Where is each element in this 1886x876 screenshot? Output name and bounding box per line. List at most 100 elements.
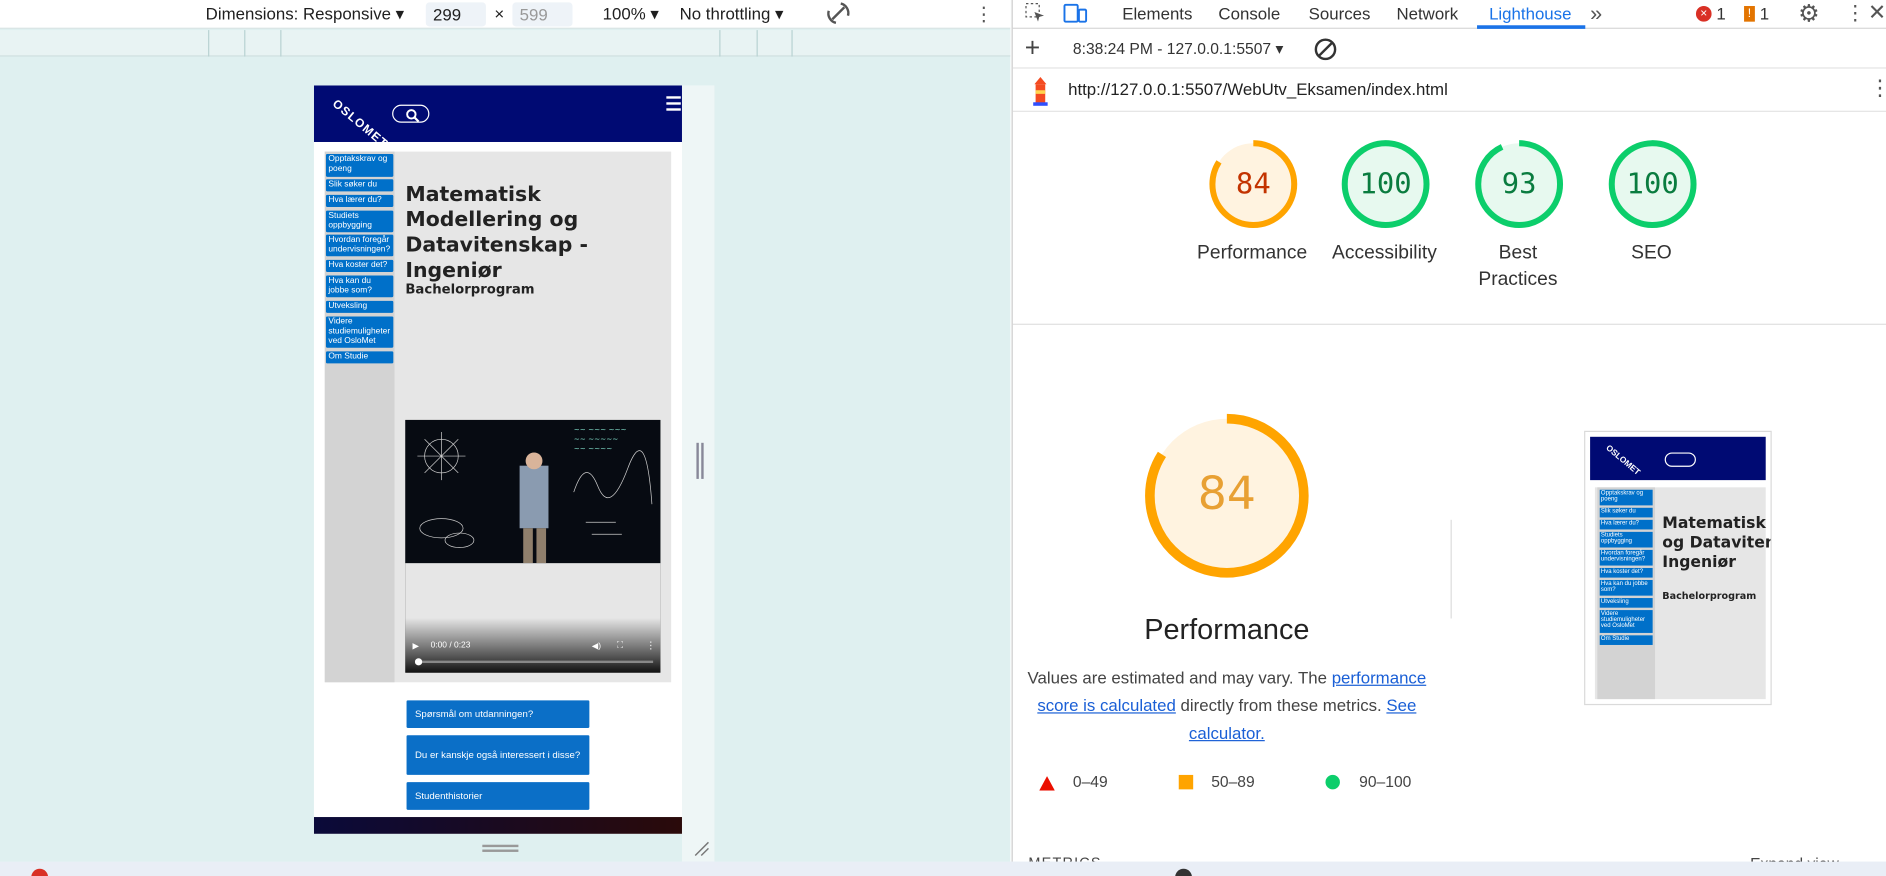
tab-network[interactable]: Network xyxy=(1396,4,1458,23)
devtools-panel: Elements Console Sources Network Lightho… xyxy=(1011,0,1886,876)
nav-item-utveksling[interactable]: Utveksling xyxy=(325,300,394,313)
rotate-icon[interactable] xyxy=(825,0,851,30)
nav-item-undervisning[interactable]: Hvordan foregår undervisningen? xyxy=(325,234,394,257)
report-url[interactable]: http://127.0.0.1:5507/WebUtv_Eksamen/ind… xyxy=(1068,79,1448,98)
more-tabs-icon[interactable]: » xyxy=(1590,1,1602,26)
ruler-tick xyxy=(280,30,282,57)
new-report-icon[interactable]: + xyxy=(1025,32,1040,63)
nav-item-slik-soker[interactable]: Slik søker du xyxy=(325,179,394,192)
close-devtools-icon[interactable]: ✕ xyxy=(1868,0,1886,25)
device-pane: Dimensions: Responsive ▾ 299 × 599 100% … xyxy=(0,0,1011,876)
thumb-nav-item: Opptakskrav og poeng xyxy=(1599,489,1653,506)
ruler-tick xyxy=(208,30,210,57)
corner-resize-handle[interactable] xyxy=(693,840,710,863)
thumb-nav-item: Hva lærer du? xyxy=(1599,519,1653,530)
note-text: Values are estimated and may vary. The xyxy=(1027,667,1328,688)
best-practices-score: 93 xyxy=(1501,167,1537,201)
throttling-dropdown[interactable]: No throttling ▾ xyxy=(680,4,784,24)
nav-item-opptakskrav[interactable]: Opptakskrav og poeng xyxy=(325,154,394,177)
emulated-viewport[interactable]: OSLOMET Opptakskrav og poeng Slik søker … xyxy=(313,85,682,834)
performance-label: Performance xyxy=(1197,243,1308,264)
nav-item-videre[interactable]: Videre studiemuligheter ved OsloMet xyxy=(325,316,394,348)
warning-count[interactable]: 1 xyxy=(1760,4,1769,23)
site-header: OSLOMET xyxy=(313,85,682,151)
thumb-nav-item: Utveksling xyxy=(1599,598,1653,608)
report-selector[interactable]: 8:38:24 PM - 127.0.0.1:5507 ▾ xyxy=(1073,40,1283,59)
thumb-subtitle: Bachelorprogram xyxy=(1662,590,1757,602)
dropdown-arrow-icon: ▾ xyxy=(395,3,405,23)
thumb-nav-item: Hvordan foregår undervisningen? xyxy=(1599,549,1653,566)
performance-score-link[interactable]: performance xyxy=(1332,668,1427,687)
dimensions-dropdown[interactable]: Dimensions: Responsive ▾ xyxy=(206,4,404,24)
volume-icon[interactable]: ◀) xyxy=(592,641,601,651)
svg-text:~~ ~~~~~: ~~ ~~~~~ xyxy=(574,435,619,444)
ruler-tick xyxy=(756,30,758,57)
taskbar-app-icon[interactable] xyxy=(1175,868,1192,876)
height-input[interactable]: 599 xyxy=(512,2,573,27)
thumb-search-icon xyxy=(1664,452,1696,467)
more-options-icon[interactable]: ⋮ xyxy=(974,2,993,26)
thumb-header: OSLOMET xyxy=(1590,436,1766,481)
error-icon[interactable]: × xyxy=(1695,6,1712,22)
thumb-nav-item: Slik søker du xyxy=(1599,507,1653,518)
search-button[interactable] xyxy=(392,104,430,123)
error-count[interactable]: 1 xyxy=(1716,4,1725,23)
page-title: Matematisk Modellering og Datavitenskap … xyxy=(405,182,589,283)
warning-icon[interactable]: ! xyxy=(1744,6,1755,22)
tab-sources[interactable]: Sources xyxy=(1309,4,1371,23)
tab-elements[interactable]: Elements xyxy=(1122,4,1192,23)
video-progress-thumb[interactable] xyxy=(414,658,423,666)
nav-item-koster[interactable]: Hva koster det? xyxy=(325,259,394,272)
legend-average: 50–89 xyxy=(1211,772,1255,791)
see-calculator-link[interactable]: See xyxy=(1386,696,1416,715)
tab-console[interactable]: Console xyxy=(1218,4,1280,23)
video-player[interactable]: ~~ ~~~ ~~~ ~~ ~~~~~ ~~ ~~~~ ▶ 0:00 / 0:23 … xyxy=(405,419,661,673)
taskbar-strip xyxy=(0,861,1886,876)
thumb-nav-item: Videre studiemuligheter ved OsloMet xyxy=(1599,610,1653,633)
inspect-element-icon[interactable] xyxy=(1025,2,1047,27)
page-screenshot-thumbnail[interactable]: OSLOMET Opptakskrav og poeng Slik søker … xyxy=(1584,430,1772,706)
taskbar-app-icon[interactable] xyxy=(31,868,49,876)
times-sign: × xyxy=(494,3,505,23)
thumb-title: Matematisk M og Datavitens Ingeniør xyxy=(1662,515,1770,573)
interested-button[interactable]: Du er kanskje også interessert i disse? xyxy=(406,735,590,775)
fullscreen-icon[interactable]: ⛶ xyxy=(617,641,623,651)
questions-button[interactable]: Spørsmål om utdanningen? xyxy=(406,700,590,728)
nav-item-oppbygging[interactable]: Studiets oppbygging xyxy=(325,210,394,233)
dropdown-arrow-icon: ▾ xyxy=(1275,39,1284,58)
nav-item-hva-laerer[interactable]: Hva lærer du? xyxy=(325,194,394,207)
zoom-dropdown[interactable]: 100% ▾ xyxy=(603,4,659,24)
oslomet-logo[interactable]: OSLOMET xyxy=(329,97,390,151)
pass-circle-icon xyxy=(1325,774,1340,790)
nav-item-om-studie[interactable]: Om Studie xyxy=(325,351,394,364)
video-progress-track[interactable] xyxy=(414,658,654,666)
hamburger-menu-icon[interactable] xyxy=(666,96,681,111)
zoom-value: 100% xyxy=(602,3,646,23)
nav-item-jobbe[interactable]: Hva kan du jobbe som? xyxy=(325,275,394,298)
side-resize-handle[interactable] xyxy=(696,442,704,479)
seo-label: SEO xyxy=(1631,243,1672,264)
width-input[interactable]: 299 xyxy=(425,2,486,27)
video-poster-area xyxy=(405,563,661,673)
dimensions-label: Dimensions: Responsive xyxy=(205,3,392,23)
video-more-icon[interactable]: ⋮ xyxy=(646,640,656,651)
play-icon[interactable]: ▶ xyxy=(413,641,419,651)
performance-score-large: 84 xyxy=(1197,466,1256,520)
legend-fail: 0–49 xyxy=(1072,772,1108,791)
bottom-resize-handle[interactable] xyxy=(482,844,519,852)
thumb-title-line: og Datavitens xyxy=(1662,534,1770,553)
thumb-nav-item: Studiets oppbygging xyxy=(1599,531,1653,548)
student-stories-button[interactable]: Studenthistorier xyxy=(406,782,590,810)
ruler-tick xyxy=(791,30,793,57)
clear-reports-icon[interactable] xyxy=(1313,37,1337,65)
thumb-nav-item: Om Studie xyxy=(1599,635,1653,645)
report-menu-icon[interactable]: ⋮ xyxy=(1869,76,1886,101)
settings-gear-icon[interactable]: ⚙ xyxy=(1798,0,1820,29)
devtools-menu-icon[interactable]: ⋮ xyxy=(1845,1,1865,25)
tab-lighthouse[interactable]: Lighthouse xyxy=(1489,4,1571,23)
device-toolbar: Dimensions: Responsive ▾ 299 × 599 100% … xyxy=(0,0,1011,30)
device-toggle-icon[interactable] xyxy=(1063,2,1088,27)
thumb-logo: OSLOMET xyxy=(1603,444,1642,478)
score-calculated-link[interactable]: score is calculated xyxy=(1037,696,1176,715)
calculator-link[interactable]: calculator. xyxy=(1189,723,1265,742)
